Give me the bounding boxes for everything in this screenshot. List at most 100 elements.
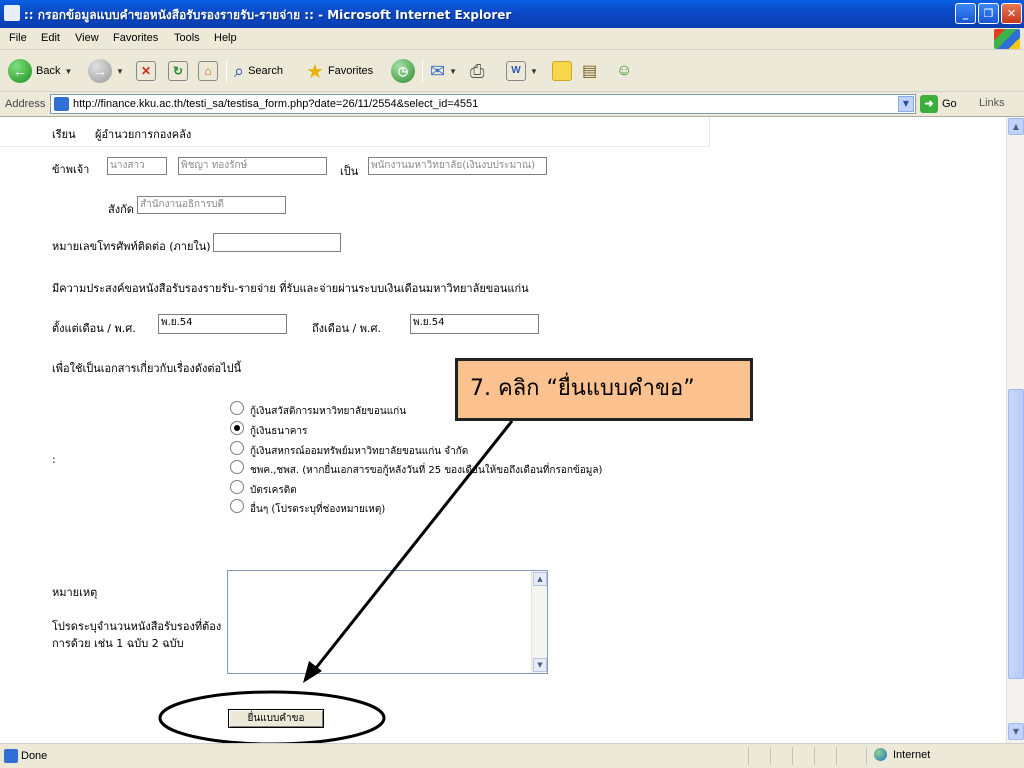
instruction-callout: 7. คลิก “ยื่นแบบคำขอ”: [455, 358, 753, 421]
messenger-icon: ☺: [616, 62, 633, 79]
option-radio-bank-loan[interactable]: [230, 421, 244, 435]
menu-tools[interactable]: Tools: [174, 32, 200, 44]
toolbar-separator: [422, 60, 423, 82]
address-label: Address: [5, 98, 46, 110]
security-zone: Internet: [874, 748, 930, 761]
mail-icon: ✉: [430, 60, 446, 81]
address-url: http://finance.kku.ac.th/testi_sa/testis…: [73, 98, 479, 110]
search-button[interactable]: ⌕ Search: [234, 58, 283, 84]
menu-favorites[interactable]: Favorites: [113, 32, 158, 44]
option-radio-credit-card[interactable]: [230, 480, 244, 494]
windows-logo-icon: [994, 29, 1020, 49]
mail-dropdown-icon[interactable]: ▼: [449, 67, 457, 76]
address-dropdown-icon[interactable]: ▼: [898, 96, 914, 112]
status-divider: [814, 747, 815, 765]
scroll-thumb[interactable]: [1008, 389, 1024, 679]
purpose-text: มีความประสงค์ขอหนังสือรับรองรายรับ-รายจ่…: [52, 282, 529, 295]
go-arrow-icon: ➜: [920, 95, 938, 113]
forward-dropdown-icon[interactable]: ▼: [116, 67, 124, 76]
title-bar: :: กรอกข้อมูลแบบคำขอหนังสือรับรองรายรับ-…: [0, 0, 1024, 28]
menu-help[interactable]: Help: [214, 32, 237, 44]
research-button[interactable]: ▤: [582, 58, 597, 84]
scroll-down-icon[interactable]: ▼: [1008, 723, 1024, 740]
note-scrollbar[interactable]: ▲ ▼: [531, 571, 547, 673]
name-field[interactable]: พิชญา ทองรักษ์: [178, 157, 327, 175]
go-button[interactable]: ➜ Go: [920, 95, 957, 113]
close-button[interactable]: ✕: [1001, 3, 1022, 24]
history-icon: ◷: [391, 59, 415, 83]
ie-app-icon: [4, 5, 20, 21]
favorites-button[interactable]: ★ Favorites: [306, 58, 373, 84]
page-content: เรียน ผู้อำนวยการกองคลัง ข้าพเจ้า นางสาว…: [0, 117, 1006, 743]
option-label-welfare-loan: กู้เงินสวัสดิการมหาวิทยาลัยขอนแก่น: [250, 406, 407, 417]
forward-button[interactable]: → ▼: [88, 58, 124, 84]
status-text: Done: [21, 750, 48, 762]
page-scrollbar[interactable]: ▲ ▼: [1006, 117, 1024, 743]
back-dropdown-icon[interactable]: ▼: [64, 67, 72, 76]
note-scroll-up-icon[interactable]: ▲: [533, 572, 547, 586]
home-button[interactable]: ⌂: [198, 58, 218, 84]
stop-button[interactable]: ✕: [136, 58, 156, 84]
note-scroll-down-icon[interactable]: ▼: [533, 658, 547, 672]
option-radio-other[interactable]: [230, 499, 244, 513]
to-label: เรียน: [52, 128, 76, 141]
status-bar: Done Internet: [0, 743, 1024, 768]
word-edit-icon: W: [506, 61, 526, 81]
address-bar: Address http://finance.kku.ac.th/testi_s…: [0, 92, 1024, 117]
messenger-button[interactable]: ☺: [616, 58, 632, 84]
discuss-button[interactable]: [552, 58, 572, 84]
until-month-field[interactable]: พ.ย.54: [410, 314, 539, 334]
status-divider: [770, 747, 771, 765]
favorites-label: Favorites: [327, 65, 374, 77]
from-month-field[interactable]: พ.ย.54: [158, 314, 287, 334]
scroll-up-icon[interactable]: ▲: [1008, 118, 1024, 135]
internet-globe-icon: [874, 748, 887, 761]
minimize-button[interactable]: _: [955, 3, 976, 24]
refresh-icon: ↻: [168, 61, 188, 81]
back-button[interactable]: ← Back ▼: [8, 58, 72, 84]
print-icon: ⎙: [470, 60, 485, 81]
links-button[interactable]: Links: [979, 97, 1005, 109]
menu-view[interactable]: View: [75, 32, 99, 44]
status-divider: [748, 747, 749, 765]
stop-icon: ✕: [136, 61, 156, 81]
position-field[interactable]: พนักงานมหาวิทยาลัย(เงินงบประมาณ): [368, 157, 547, 175]
me-label: ข้าพเจ้า: [52, 163, 90, 176]
page-icon: [54, 97, 69, 111]
option-radio-chpk[interactable]: [230, 460, 244, 474]
status-divider: [866, 747, 867, 765]
back-label: Back: [36, 65, 61, 77]
phone-field[interactable]: [213, 233, 341, 252]
note-textarea[interactable]: ▲ ▼: [227, 570, 548, 674]
history-button[interactable]: ◷: [391, 58, 415, 84]
address-input[interactable]: http://finance.kku.ac.th/testi_sa/testis…: [50, 94, 916, 114]
edit-dropdown-icon[interactable]: ▼: [530, 67, 538, 76]
back-arrow-icon: ←: [8, 59, 32, 83]
home-icon: ⌂: [198, 61, 218, 81]
note-hint-line2: การด้วย เช่น 1 ฉบับ 2 ฉบับ: [52, 637, 184, 650]
restore-button[interactable]: ❐: [978, 3, 999, 24]
option-label-credit-card: บัตรเครดิต: [250, 485, 297, 496]
status-divider: [836, 747, 837, 765]
mail-button[interactable]: ✉ ▼: [430, 58, 457, 84]
search-icon: ⌕: [234, 60, 245, 81]
option-radio-welfare-loan[interactable]: [230, 401, 244, 415]
dept-field[interactable]: สำนักงานอธิการบดี: [137, 196, 286, 214]
option-radio-coop-loan[interactable]: [230, 441, 244, 455]
refresh-button[interactable]: ↻: [168, 58, 188, 84]
submit-request-button[interactable]: ยื่นแบบคำขอ: [228, 709, 324, 728]
note-label: หมายเหตุ: [52, 586, 98, 599]
options-colon: :: [52, 453, 56, 466]
menu-edit[interactable]: Edit: [41, 32, 60, 44]
forward-arrow-icon: →: [88, 59, 112, 83]
zone-label: Internet: [893, 748, 931, 761]
note-hint-line1: โปรดระบุจำนวนหนังสือรับรองที่ต้อง: [52, 620, 222, 633]
title-field[interactable]: นางสาว: [107, 157, 167, 175]
menu-file[interactable]: File: [9, 32, 27, 44]
go-label: Go: [942, 98, 957, 110]
research-icon: ▤: [582, 63, 598, 80]
option-label-other: อื่นๆ (โปรดระบุที่ช่องหมายเหตุ): [250, 504, 386, 515]
print-button[interactable]: ⎙: [470, 58, 484, 84]
edit-button[interactable]: W ▼: [506, 58, 538, 84]
from-label: ตั้งแต่เดือน / พ.ศ.: [52, 322, 136, 335]
